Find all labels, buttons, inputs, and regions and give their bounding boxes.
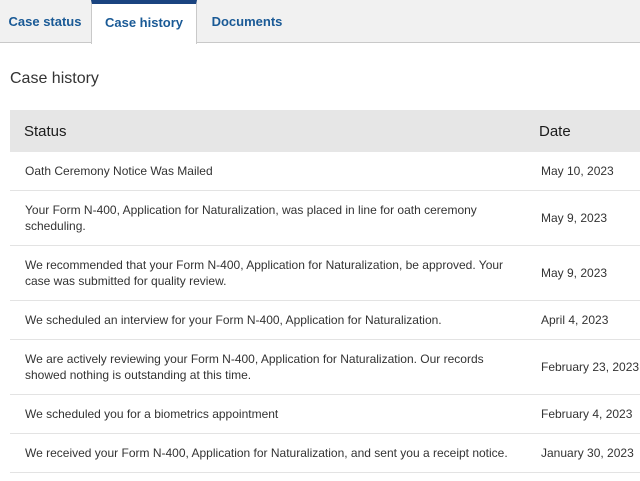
tab-documents[interactable]: Documents [197, 0, 297, 43]
tab-case-history[interactable]: Case history [91, 0, 197, 44]
table-row: We scheduled an interview for your Form … [10, 301, 640, 340]
date-column-header: Date [539, 122, 571, 140]
status-cell: Your Form N-400, Application for Natural… [25, 203, 477, 233]
table-row: We are actively reviewing your Form N-40… [10, 340, 640, 395]
date-cell: February 4, 2023 [541, 407, 633, 421]
date-cell: April 4, 2023 [541, 313, 609, 327]
date-cell: February 23, 2023 [541, 360, 640, 374]
date-cell: May 10, 2023 [541, 164, 614, 178]
status-cell: We recommended that your Form N-400, App… [25, 258, 504, 288]
table-row: We received your Form N-400, Application… [10, 434, 640, 473]
table-row: Oath Ceremony Notice Was Mailed May 10, … [10, 152, 640, 191]
date-cell: January 30, 2023 [541, 446, 634, 460]
case-history-table: Status Date Oath Ceremony Notice Was Mai… [10, 110, 640, 473]
status-cell: We scheduled you for a biometrics appoin… [25, 407, 279, 421]
tab-label: Case status [8, 14, 82, 29]
table-row: Your Form N-400, Application for Natural… [10, 191, 640, 246]
tab-label: Documents [211, 14, 283, 29]
tab-case-status[interactable]: Case status [0, 0, 90, 43]
tab-label: Case history [104, 14, 184, 30]
section-title: Case history [10, 70, 99, 87]
status-cell: Oath Ceremony Notice Was Mailed [25, 164, 213, 178]
date-cell: May 9, 2023 [541, 211, 608, 225]
status-cell: We scheduled an interview for your Form … [25, 313, 442, 327]
status-cell: We received your Form N-400, Application… [25, 446, 508, 460]
date-cell: May 9, 2023 [541, 266, 608, 280]
table-row: We recommended that your Form N-400, App… [10, 246, 640, 301]
status-column-header: Status [24, 122, 67, 140]
table-header: Status Date [10, 110, 640, 152]
tab-bar: Case status Case history Documents [0, 0, 640, 44]
table-row: We scheduled you for a biometrics appoin… [10, 395, 640, 434]
status-cell: We are actively reviewing your Form N-40… [25, 352, 484, 382]
